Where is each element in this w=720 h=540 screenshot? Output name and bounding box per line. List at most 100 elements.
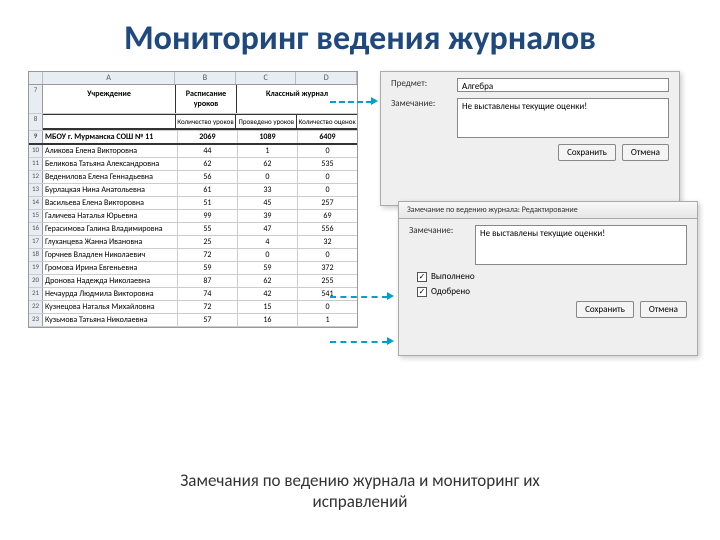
remark-label: Замечание: [409, 225, 469, 236]
remark-edit-dialog: Замечание по ведению журнала: Редактиров… [398, 201, 698, 356]
cell-held: 0 [238, 171, 298, 183]
cell-lessons: 59 [178, 262, 238, 274]
cell-name: Дронова Надежда Николаевна [43, 275, 178, 287]
cell-grades: 255 [298, 275, 357, 287]
checkbox-icon: ✓ [417, 272, 427, 282]
summary-row: 9 МБОУ г. Мурманска СОШ № 11 2069 1089 6… [29, 131, 357, 145]
spreadsheet-region: A B C D 7 Учреждение Расписание уроков К… [28, 71, 358, 451]
cell-held: 15 [238, 301, 298, 313]
table-row: 19Громова Ирина Евгеньевна5959372 [29, 262, 357, 275]
annotation-arrow [330, 296, 388, 298]
table-row: 10Аликова Елена Викторовна4410 [29, 145, 357, 158]
remark-label: Замечание: [391, 98, 451, 109]
cell-name: Нечаурда Людмила Викторовна [43, 288, 178, 300]
approved-checkbox[interactable]: ✓ Одобрено [417, 286, 679, 297]
cell-name: Васильева Елена Викторовна [43, 197, 178, 209]
cell-grades: 0 [298, 249, 357, 261]
cell-grades: 257 [298, 197, 357, 209]
remark-create-dialog: Предмет: Алгебра Замечание: Не выставлен… [380, 71, 680, 206]
dialog-title: Замечание по ведению журнала: Редактиров… [399, 202, 697, 219]
cell-grades: 0 [298, 301, 357, 313]
table-row: 16Герасимова Галина Владимировна5547556 [29, 223, 357, 236]
table-row: 15Галичева Наталья Юрьевна993969 [29, 210, 357, 223]
table-row: 14Васильева Елена Викторовна5145257 [29, 197, 357, 210]
table-row: 17Глуханцева Жанна Ивановна25432 [29, 236, 357, 249]
annotation-arrow [330, 341, 388, 343]
cell-name: Аликова Елена Викторовна [43, 145, 178, 157]
spreadsheet: A B C D 7 Учреждение Расписание уроков К… [28, 71, 358, 328]
done-checkbox[interactable]: ✓ Выполнено [417, 271, 679, 282]
dialogs-region: Предмет: Алгебра Замечание: Не выставлен… [368, 71, 692, 451]
annotation-arrow [330, 101, 372, 103]
table-row: 20Дронова Надежда Николаевна8762255 [29, 275, 357, 288]
subject-label: Предмет: [391, 78, 451, 89]
cell-held: 39 [238, 210, 298, 222]
remark-textarea[interactable]: Не выставлены текущие оценки! [457, 98, 669, 138]
header-row-1: 7 Учреждение Расписание уроков Классный … [29, 85, 357, 114]
cell-held: 1 [238, 145, 298, 157]
cell-held: 33 [238, 184, 298, 196]
table-row: 18Горчнев Владлен Николаевич7200 [29, 249, 357, 262]
cancel-button[interactable]: Отмена [622, 144, 669, 161]
cell-name: Глуханцева Жанна Ивановна [43, 236, 178, 248]
subject-field[interactable]: Алгебра [457, 78, 669, 92]
table-row: 13Бурлацкая Нина Анатольевна61330 [29, 184, 357, 197]
cell-lessons: 62 [178, 158, 238, 170]
cell-lessons: 25 [178, 236, 238, 248]
cell-held: 16 [238, 314, 298, 326]
cell-held: 62 [238, 158, 298, 170]
col-a: A [43, 72, 175, 84]
cell-lessons: 61 [178, 184, 238, 196]
hdr-institution: Учреждение [43, 85, 176, 113]
cancel-button[interactable]: Отмена [640, 301, 687, 318]
cell-lessons: 72 [178, 301, 238, 313]
cell-lessons: 44 [178, 145, 238, 157]
cell-held: 42 [238, 288, 298, 300]
hdr-lessons-count: Количество уроков [176, 115, 237, 128]
cell-lessons: 56 [178, 171, 238, 183]
cell-name: Герасимова Галина Владимировна [43, 223, 178, 235]
table-row: 22Кузнецова Наталья Михайловна72150 [29, 301, 357, 314]
cell-grades: 0 [298, 171, 357, 183]
col-c: C [236, 72, 297, 84]
cell-lessons: 99 [178, 210, 238, 222]
cell-lessons: 87 [178, 275, 238, 287]
cell-grades: 372 [298, 262, 357, 274]
cell-lessons: 51 [178, 197, 238, 209]
content-area: A B C D 7 Учреждение Расписание уроков К… [28, 71, 692, 451]
save-button[interactable]: Сохранить [558, 144, 616, 161]
col-b: B [175, 72, 236, 84]
cell-grades: 0 [298, 145, 357, 157]
cell-held: 45 [238, 197, 298, 209]
cell-grades: 535 [298, 158, 357, 170]
cell-grades: 541 [298, 288, 357, 300]
hdr-grades-count: Количество оценок [297, 115, 357, 128]
cell-held: 62 [238, 275, 298, 287]
cell-held: 47 [238, 223, 298, 235]
cell-grades: 556 [298, 223, 357, 235]
cell-grades: 69 [298, 210, 357, 222]
remark-textarea[interactable]: Не выставлены текущие оценки! [475, 225, 687, 265]
cell-grades: 1 [298, 314, 357, 326]
cell-held: 0 [238, 249, 298, 261]
cell-lessons: 57 [178, 314, 238, 326]
cell-name: Бурлацкая Нина Анатольевна [43, 184, 178, 196]
cell-held: 59 [238, 262, 298, 274]
table-row: 21Нечаурда Людмила Викторовна7442541 [29, 288, 357, 301]
table-row: 12Веденилова Елена Геннадьевна5600 [29, 171, 357, 184]
col-d: D [296, 72, 357, 84]
table-row: 23Кузьмова Татьяна Николаевна57161 [29, 314, 357, 327]
cell-name: Горчнев Владлен Николаевич [43, 249, 178, 261]
cell-name: Беликова Татьяна Александровна [43, 158, 178, 170]
save-button[interactable]: Сохранить [576, 301, 634, 318]
cell-held: 4 [238, 236, 298, 248]
cell-name: Веденилова Елена Геннадьевна [43, 171, 178, 183]
hdr-schedule: Расписание уроков [176, 85, 237, 113]
cell-name: Громова Ирина Евгеньевна [43, 262, 178, 274]
slide-caption: Замечания по ведению журнала и мониторин… [0, 470, 720, 512]
cell-lessons: 72 [178, 249, 238, 261]
table-row: 11Беликова Татьяна Александровна6262535 [29, 158, 357, 171]
slide-title: Мониторинг ведения журналов [28, 18, 692, 59]
header-row-2: 8 Количество уроков Проведено уроков Кол… [29, 114, 357, 131]
cell-name: Кузьмова Татьяна Николаевна [43, 314, 178, 326]
